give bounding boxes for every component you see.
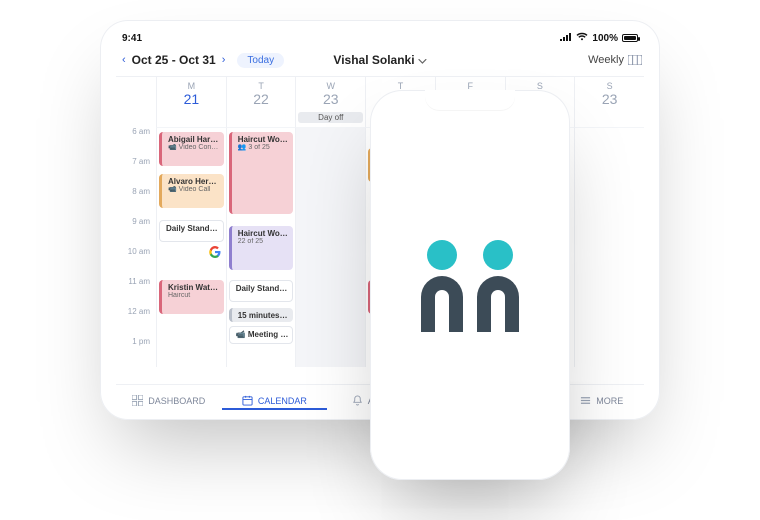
- nav-dashboard[interactable]: DASHBOARD: [116, 391, 222, 410]
- day-header[interactable]: T22: [226, 77, 296, 111]
- tablet-status-bar: 9:41 100%: [116, 32, 644, 48]
- time-label: 12 am: [116, 307, 156, 316]
- chevron-down-icon: [419, 53, 427, 67]
- logo-person-icon: [475, 240, 521, 332]
- calendar-event[interactable]: Daily Standup: [159, 220, 224, 242]
- calendar-event[interactable]: Haircut Workshops👥 3 of 25: [229, 132, 294, 214]
- date-range[interactable]: Oct 25 - Oct 31: [132, 53, 216, 67]
- user-dropdown[interactable]: Vishal Solanki: [333, 53, 426, 67]
- calendar-event[interactable]: Kristin WatsonHaircut: [159, 280, 224, 314]
- phone-notch: [425, 90, 515, 110]
- calendar-event[interactable]: Alvaro Hernandez📹 Video Call: [159, 174, 224, 208]
- user-name: Vishal Solanki: [333, 53, 414, 67]
- day-header[interactable]: S23: [574, 77, 644, 111]
- dashboard-icon: [132, 395, 143, 406]
- grid-icon: [628, 55, 642, 65]
- app-logo: [419, 240, 521, 332]
- view-toggle[interactable]: Weekly: [588, 54, 642, 66]
- time-label: 10 am: [116, 247, 156, 256]
- battery-percent: 100%: [592, 33, 618, 44]
- calendar-event[interactable]: 15 minutes event: [229, 308, 294, 322]
- logo-person-icon: [419, 240, 465, 332]
- wifi-icon: [576, 32, 588, 44]
- view-label: Weekly: [588, 54, 624, 66]
- calendar-toolbar: ‹ Oct 25 - Oct 31 › Today Vishal Solanki…: [116, 48, 644, 76]
- nav-label: CALENDAR: [258, 396, 307, 406]
- calendar-event[interactable]: Daily Standup: [229, 280, 294, 302]
- signal-icon: [560, 33, 572, 44]
- phone-device: [370, 90, 570, 480]
- time-label: 8 am: [116, 187, 156, 196]
- today-button[interactable]: Today: [237, 53, 284, 68]
- status-time: 9:41: [122, 33, 142, 44]
- nav-calendar[interactable]: CALENDAR: [222, 391, 328, 410]
- time-label: 1 pm: [116, 337, 156, 346]
- menu-icon: [580, 395, 591, 406]
- prev-week-button[interactable]: ‹: [118, 52, 130, 68]
- time-label: 11 am: [116, 277, 156, 286]
- google-icon: [209, 246, 221, 258]
- time-label: 6 am: [116, 127, 156, 136]
- nav-label: DASHBOARD: [148, 396, 205, 406]
- battery-icon: [622, 34, 638, 42]
- calendar-icon: [242, 395, 253, 406]
- nav-label: MORE: [596, 396, 623, 406]
- time-label: 7 am: [116, 157, 156, 166]
- next-week-button[interactable]: ›: [218, 52, 230, 68]
- calendar-event[interactable]: Haircut Workshops22 of 25: [229, 226, 294, 270]
- nav-more[interactable]: MORE: [560, 391, 644, 410]
- day-header[interactable]: W23: [295, 77, 365, 111]
- calendar-event[interactable]: Abigail Harvey📹 Video Consultations: [159, 132, 224, 166]
- calendar-event[interactable]: 📹 Meeting with Jo…: [229, 326, 294, 344]
- day-header[interactable]: M21: [156, 77, 226, 111]
- allday-event[interactable]: Day off: [298, 112, 363, 123]
- time-label: 9 am: [116, 217, 156, 226]
- bell-icon: [352, 395, 363, 406]
